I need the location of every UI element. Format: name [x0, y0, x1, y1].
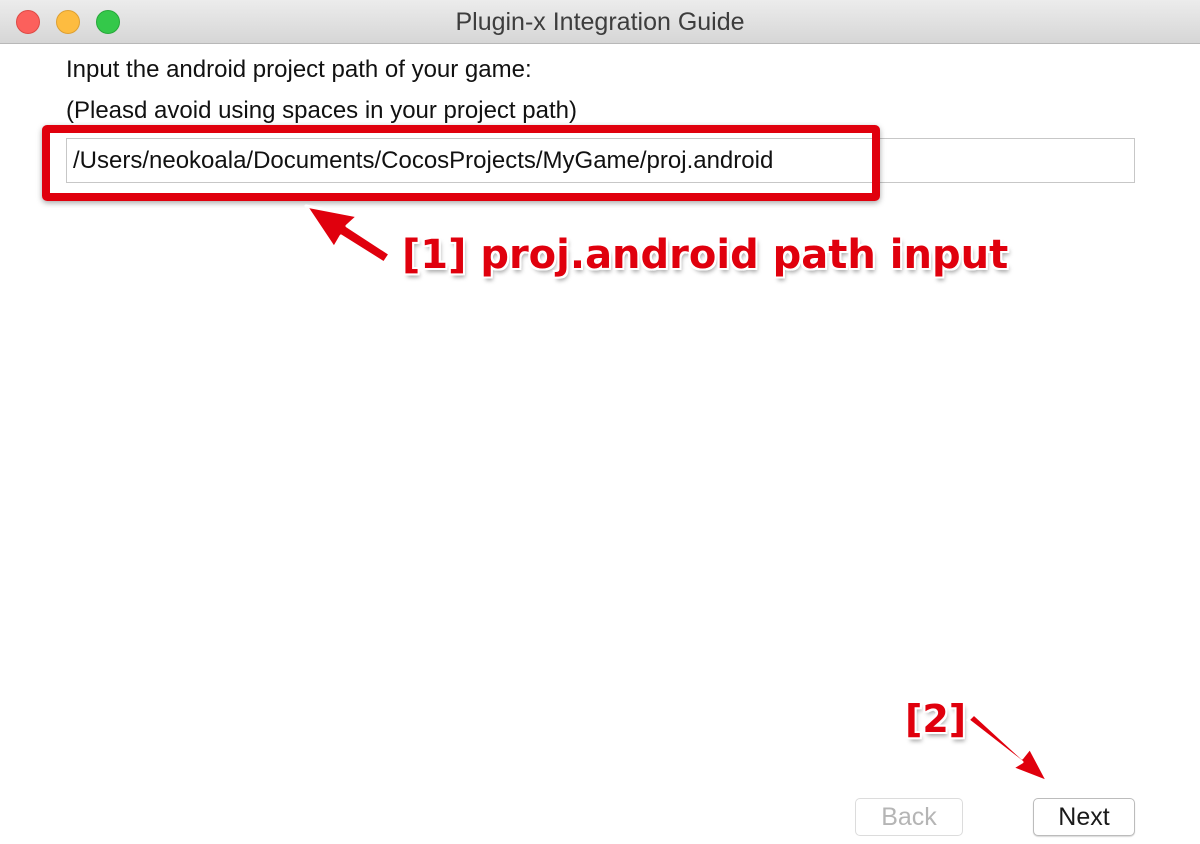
path-prompt-label: Input the android project path of your g… — [66, 56, 532, 83]
installer-window: Plugin-x Integration Guide Input the and… — [0, 0, 1200, 844]
annotation-arrow-2-icon — [966, 712, 1050, 784]
next-button[interactable]: Next — [1033, 798, 1135, 836]
path-hint-label: (Pleasd avoid using spaces in your proje… — [66, 97, 577, 124]
annotation-arrow-1-icon — [304, 204, 392, 265]
project-path-input[interactable] — [66, 138, 1135, 183]
window-title: Plugin-x Integration Guide — [455, 8, 745, 36]
annotation-step-2: [2] — [905, 697, 967, 741]
back-button[interactable]: Back — [855, 798, 963, 836]
annotation-step-1: [1] proj.android path input — [402, 232, 1009, 278]
title-bar: Plugin-x Integration Guide — [0, 0, 1200, 44]
